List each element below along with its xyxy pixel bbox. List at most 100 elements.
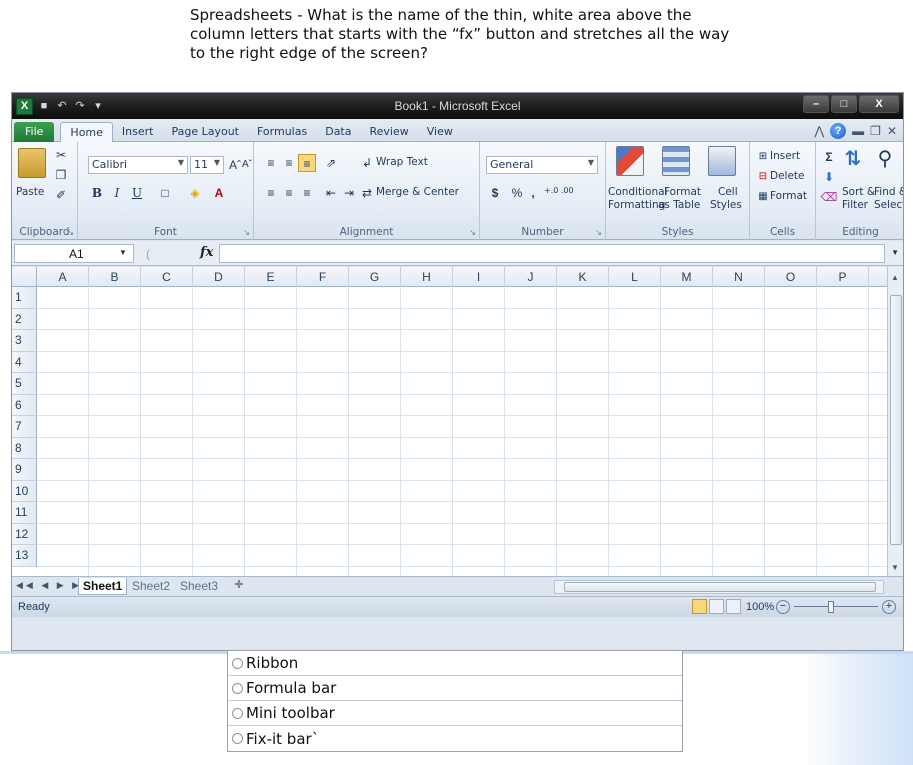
merge-center-button[interactable]: Merge & Center: [376, 186, 459, 198]
align-middle-icon[interactable]: ≡: [280, 154, 298, 172]
vertical-scroll-thumb[interactable]: [890, 295, 902, 545]
row-header[interactable]: 10: [12, 480, 37, 502]
select-all-corner[interactable]: [12, 267, 37, 287]
row-header[interactable]: 2: [12, 308, 37, 330]
column-header[interactable]: L: [609, 267, 661, 287]
minimize-button[interactable]: –: [803, 95, 829, 113]
cell-styles-icon[interactable]: [708, 146, 736, 176]
zoom-thumb[interactable]: [828, 601, 834, 613]
font-size-combo[interactable]: 11 ▼: [190, 156, 224, 174]
orientation-icon[interactable]: ⇗: [322, 154, 340, 172]
font-name-combo[interactable]: Calibri ▼: [88, 156, 188, 174]
insert-function-button[interactable]: fx: [200, 245, 213, 260]
help-icon[interactable]: ?: [830, 123, 847, 139]
tab-view[interactable]: View: [418, 122, 462, 142]
answer-option[interactable]: Fix-it bar`: [228, 726, 682, 751]
column-header[interactable]: A: [37, 267, 89, 287]
normal-view-button[interactable]: [692, 599, 707, 614]
tab-data[interactable]: Data: [316, 122, 360, 142]
paste-icon[interactable]: [18, 148, 46, 178]
wrap-text-button[interactable]: Wrap Text: [376, 156, 428, 168]
column-header[interactable]: D: [193, 267, 245, 287]
column-header[interactable]: C: [141, 267, 193, 287]
radio-button[interactable]: [232, 657, 243, 669]
radio-button[interactable]: [232, 707, 243, 719]
copy-icon[interactable]: ❐: [52, 166, 70, 184]
format-as-table-label-2[interactable]: as Table: [658, 199, 700, 211]
tab-file[interactable]: File: [14, 122, 55, 142]
number-format-combo[interactable]: General ▼: [486, 156, 598, 174]
cell-styles-label-2[interactable]: Styles: [710, 199, 742, 211]
autosum-icon[interactable]: Σ: [820, 148, 838, 166]
align-left-icon[interactable]: ≡: [262, 184, 280, 202]
row-header[interactable]: 8: [12, 437, 37, 459]
conditional-formatting-icon[interactable]: [616, 146, 644, 176]
close-button[interactable]: X: [859, 95, 899, 113]
font-launcher-icon[interactable]: ↘: [243, 228, 250, 237]
column-header[interactable]: I: [453, 267, 505, 287]
fill-icon[interactable]: ⬇: [820, 168, 838, 186]
paste-button[interactable]: Paste: [16, 186, 44, 198]
column-header[interactable]: P: [817, 267, 869, 287]
answer-option[interactable]: Formula bar: [228, 676, 682, 701]
row-header[interactable]: 11: [12, 502, 37, 524]
alignment-launcher-icon[interactable]: ↘: [469, 228, 476, 237]
row-header[interactable]: 6: [12, 394, 37, 416]
page-break-view-button[interactable]: [726, 599, 741, 614]
horizontal-scroll-thumb[interactable]: [564, 582, 876, 592]
formula-input[interactable]: [219, 244, 885, 263]
sheet-tab-sheet1[interactable]: Sheet1: [78, 578, 128, 595]
zoom-out-icon[interactable]: −: [776, 600, 790, 614]
row-header[interactable]: 5: [12, 373, 37, 395]
minimize-ribbon-icon[interactable]: ⋀: [814, 124, 824, 138]
comma-button[interactable]: ,: [524, 184, 542, 202]
fill-color-icon[interactable]: ◈: [186, 184, 204, 202]
row-header[interactable]: 7: [12, 416, 37, 438]
wrap-text-icon[interactable]: ↲: [358, 154, 376, 172]
align-right-icon[interactable]: ≡: [298, 184, 316, 202]
zoom-level[interactable]: 100%: [746, 601, 774, 613]
insert-sheet-icon[interactable]: ✚: [224, 578, 254, 595]
tab-formulas[interactable]: Formulas: [248, 122, 316, 142]
format-as-table-label[interactable]: Format: [664, 186, 701, 198]
row-header[interactable]: 1: [12, 287, 37, 309]
cut-icon[interactable]: ✂: [52, 146, 70, 164]
cell-styles-label[interactable]: Cell: [718, 186, 738, 198]
tab-page-layout[interactable]: Page Layout: [162, 122, 248, 142]
radio-button[interactable]: [232, 682, 243, 694]
find-select-icon[interactable]: ⚲: [876, 149, 894, 169]
sheet-tab-sheet2[interactable]: Sheet2: [128, 578, 174, 595]
align-center-icon[interactable]: ≡: [280, 184, 298, 202]
format-painter-icon[interactable]: ✐: [52, 186, 70, 204]
radio-button[interactable]: [232, 733, 243, 744]
conditional-formatting-label[interactable]: Conditional: [608, 186, 667, 198]
font-color-icon[interactable]: A: [210, 184, 228, 202]
tab-home[interactable]: Home: [60, 122, 113, 142]
decrease-indent-icon[interactable]: ⇤: [322, 184, 340, 202]
sort-filter-label[interactable]: Sort &: [842, 186, 875, 198]
clear-icon[interactable]: ⌫: [820, 188, 838, 206]
currency-button[interactable]: $: [486, 184, 504, 202]
sheet-tab-sheet3[interactable]: Sheet3: [176, 578, 222, 595]
zoom-slider[interactable]: − +: [776, 600, 896, 614]
row-header[interactable]: 12: [12, 523, 37, 545]
workbook-restore-icon[interactable]: ❐: [870, 124, 881, 138]
vertical-scrollbar[interactable]: ▲ ▼: [887, 267, 903, 576]
merge-center-icon[interactable]: ⇄: [358, 184, 376, 202]
workbook-close-icon[interactable]: ✕: [887, 124, 897, 138]
row-header[interactable]: 3: [12, 330, 37, 352]
worksheet-grid[interactable]: ABCDEFGHIJKLMNOP 1 2 3 4 5 6 7 8 9 10 11 12 13: [12, 267, 887, 576]
sort-filter-label-2[interactable]: Filter: [842, 199, 868, 211]
scroll-down-icon[interactable]: ▼: [891, 563, 899, 572]
tab-insert[interactable]: Insert: [113, 122, 163, 142]
row-header[interactable]: 4: [12, 351, 37, 373]
row-header[interactable]: 9: [12, 459, 37, 481]
underline-button[interactable]: U: [128, 184, 146, 202]
column-header[interactable]: H: [401, 267, 453, 287]
column-header[interactable]: N: [713, 267, 765, 287]
sort-filter-icon[interactable]: ⇅: [844, 149, 862, 169]
find-select-label-2[interactable]: Select: [874, 199, 903, 211]
scroll-up-icon[interactable]: ▲: [891, 273, 899, 282]
format-cells-button[interactable]: Format: [770, 190, 807, 202]
column-header[interactable]: K: [557, 267, 609, 287]
